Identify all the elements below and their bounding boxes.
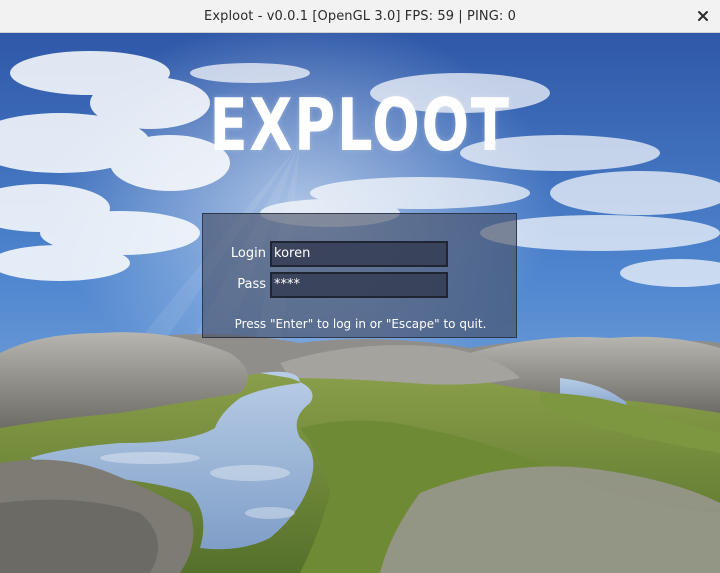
game-viewport[interactable]: EXPLOOT Login koren Pass **** Press "Ent… (0, 33, 720, 573)
login-hint: Press "Enter" to log in or "Escape" to q… (234, 317, 487, 331)
password-label: Pass (237, 277, 266, 292)
window-title: Exploot - v0.0.1 [OpenGL 3.0] FPS: 59 | … (204, 8, 516, 24)
close-icon (698, 11, 708, 21)
close-button[interactable] (694, 7, 712, 25)
login-row: Login koren (203, 241, 518, 267)
password-row: Pass **** (203, 272, 518, 298)
game-logo: EXPLOOT (209, 83, 511, 167)
title-bar: Exploot - v0.0.1 [OpenGL 3.0] FPS: 59 | … (0, 0, 720, 33)
game-window: Exploot - v0.0.1 [OpenGL 3.0] FPS: 59 | … (0, 0, 720, 573)
login-label: Login (230, 246, 266, 261)
login-input[interactable]: koren (270, 241, 448, 267)
password-input[interactable]: **** (270, 272, 448, 298)
login-panel: Login koren Pass **** Press "Enter" to l… (202, 213, 517, 338)
